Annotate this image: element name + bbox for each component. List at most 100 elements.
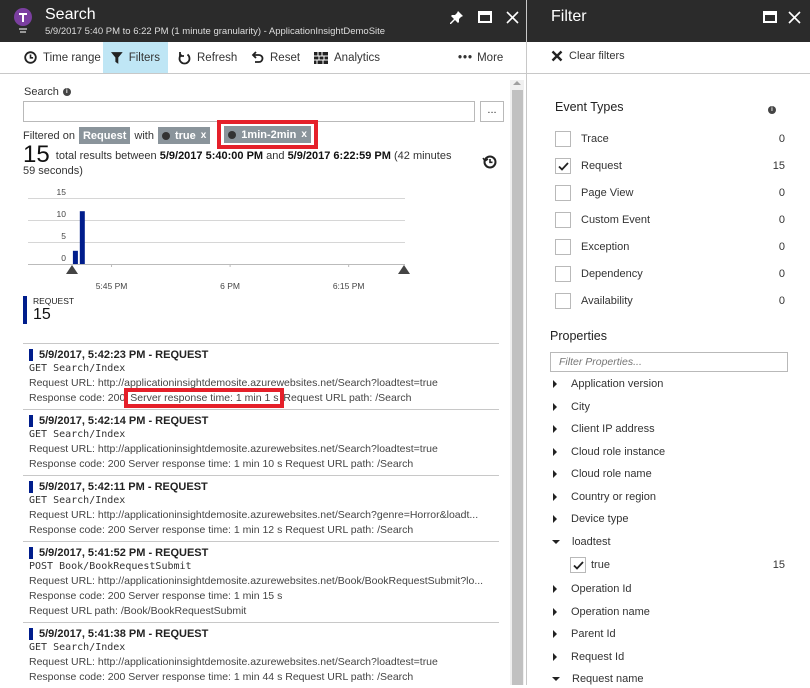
bar-request[interactable] xyxy=(79,211,85,264)
checkbox[interactable] xyxy=(555,239,571,255)
analytics-icon xyxy=(314,51,328,64)
result-title: 5/9/2017, 5:42:14 PM - REQUEST xyxy=(39,415,209,427)
caret-right-icon[interactable] xyxy=(553,402,557,411)
filter-properties-input[interactable] xyxy=(550,352,788,372)
result-url-path: Request URL path: /Book/BookRequestSubmi… xyxy=(29,605,247,617)
maximize-button[interactable] xyxy=(476,8,494,26)
event-type-label: Page View xyxy=(581,187,634,199)
event-type-count: 15 xyxy=(772,160,785,172)
caret-right-icon[interactable] xyxy=(553,380,557,388)
property-cloud-role-instance[interactable]: Cloud role instance xyxy=(553,444,665,460)
result-item[interactable]: 5/9/2017, 5:41:52 PM - REQUEST POST Book/… xyxy=(23,541,499,622)
close-button[interactable] xyxy=(503,8,521,26)
results-list: 5/9/2017, 5:42:23 PM - REQUEST GET Search… xyxy=(23,343,499,688)
property-operation-name[interactable]: Operation name xyxy=(553,604,650,620)
scroll-thumb[interactable] xyxy=(512,90,523,685)
property-request-id[interactable]: Request Id xyxy=(553,649,624,665)
checkmark-icon xyxy=(572,560,584,570)
event-type-request[interactable]: Request 15 xyxy=(555,156,785,176)
caret-right-icon[interactable] xyxy=(553,470,557,478)
event-type-dependency[interactable]: Dependency 0 xyxy=(555,264,785,284)
history-icon[interactable] xyxy=(482,154,498,170)
caret-right-icon[interactable] xyxy=(553,492,557,501)
response-code: Response code: 200 xyxy=(29,671,126,683)
event-type-custom-event[interactable]: Custom Event 0 xyxy=(555,210,785,230)
event-type-page-view[interactable]: Page View 0 xyxy=(555,183,785,203)
info-icon[interactable]: i xyxy=(62,88,71,96)
checkbox[interactable] xyxy=(555,131,571,147)
caret-right-icon[interactable] xyxy=(553,515,557,523)
property-loadtest[interactable]: loadtest xyxy=(552,534,611,550)
range-end-handle[interactable] xyxy=(398,265,410,274)
range-start-handle[interactable] xyxy=(66,265,78,274)
property-value-count: 15 xyxy=(772,559,785,571)
property-value-row[interactable]: true 15 xyxy=(570,555,785,575)
result-item[interactable]: 5/9/2017, 5:42:23 PM - REQUEST GET Search… xyxy=(23,343,499,409)
clear-filters-button[interactable]: Clear filters xyxy=(551,50,625,62)
property-label: Application version xyxy=(571,378,664,390)
checkbox[interactable] xyxy=(555,158,571,174)
result-header: 5/9/2017, 5:41:38 PM - REQUEST xyxy=(29,627,499,641)
filters-button[interactable]: Filters xyxy=(103,42,168,73)
results-scrollbar[interactable] xyxy=(510,80,524,685)
caret-right-icon[interactable] xyxy=(553,585,557,593)
property-application-version[interactable]: Application version xyxy=(553,376,663,392)
property-country-or-region[interactable]: Country or region xyxy=(553,489,656,505)
chip-label: true xyxy=(174,129,196,142)
search-options-button[interactable]: ... xyxy=(480,101,504,122)
result-item[interactable]: 5/9/2017, 5:42:14 PM - REQUEST GET Search… xyxy=(23,409,499,475)
chip-label: 1min-2min xyxy=(241,128,297,141)
more-label: More xyxy=(477,51,504,64)
checkbox[interactable] xyxy=(570,557,586,573)
caret-right-icon[interactable] xyxy=(553,425,557,433)
event-type-trace[interactable]: Trace 0 xyxy=(555,129,785,149)
event-type-count: 0 xyxy=(778,241,785,253)
close-button[interactable] xyxy=(785,8,803,26)
checkbox[interactable] xyxy=(555,212,571,228)
property-parent-id[interactable]: Parent Id xyxy=(553,626,616,642)
remove-chip-button[interactable]: x xyxy=(201,130,207,141)
remove-chip-button[interactable]: x xyxy=(301,129,307,140)
caret-right-icon[interactable] xyxy=(553,630,557,638)
result-item[interactable]: 5/9/2017, 5:41:38 PM - REQUEST GET Search… xyxy=(23,622,499,688)
filter-chip-true[interactable]: true x xyxy=(157,127,211,144)
caret-down-icon[interactable] xyxy=(552,677,560,681)
filtered-on-row: Filtered on Request with true x 1min-2mi… xyxy=(23,120,318,149)
x-tick-label: 5:45 PM xyxy=(96,281,128,291)
filter-chip-duration[interactable]: 1min-2min x xyxy=(224,126,311,143)
caret-right-icon[interactable] xyxy=(553,607,557,616)
event-type-exception[interactable]: Exception 0 xyxy=(555,237,785,257)
property-operation-id[interactable]: Operation Id xyxy=(553,581,632,597)
info-icon[interactable]: i xyxy=(768,106,776,114)
refresh-button[interactable]: Refresh xyxy=(170,42,245,73)
request-type-marker xyxy=(29,415,33,427)
chart-legend[interactable]: REQUEST 15 xyxy=(23,296,74,324)
analytics-button[interactable]: Analytics xyxy=(306,42,388,73)
property-cloud-role-name[interactable]: Cloud role name xyxy=(553,466,652,482)
result-url: Request URL: http://applicationinsightde… xyxy=(29,656,438,668)
reset-label: Reset xyxy=(270,51,301,64)
checkbox[interactable] xyxy=(555,293,571,309)
event-type-availability[interactable]: Availability 0 xyxy=(555,291,785,311)
x-icon xyxy=(551,50,563,62)
event-type-chip: Request xyxy=(78,127,131,144)
checkbox[interactable] xyxy=(555,185,571,201)
checkbox[interactable] xyxy=(555,266,571,282)
caret-right-icon[interactable] xyxy=(553,652,557,661)
scroll-up-arrow-icon[interactable] xyxy=(513,81,521,85)
more-button[interactable]: ••• More xyxy=(450,42,511,73)
property-client-ip-address[interactable]: Client IP address xyxy=(553,421,655,437)
caret-right-icon[interactable] xyxy=(553,447,557,456)
maximize-button[interactable] xyxy=(761,8,779,26)
result-item[interactable]: 5/9/2017, 5:42:11 PM - REQUEST GET Search… xyxy=(23,475,499,541)
bar-request[interactable] xyxy=(72,250,78,264)
time-range-button[interactable]: Time range xyxy=(16,42,109,73)
search-input[interactable] xyxy=(23,101,475,122)
pin-button[interactable] xyxy=(448,8,466,26)
and-text: and xyxy=(266,150,285,162)
property-city[interactable]: City xyxy=(553,399,590,415)
event-type-label: Trace xyxy=(581,133,609,145)
reset-button[interactable]: Reset xyxy=(243,42,308,73)
caret-down-icon[interactable] xyxy=(552,539,560,544)
property-device-type[interactable]: Device type xyxy=(553,511,628,527)
